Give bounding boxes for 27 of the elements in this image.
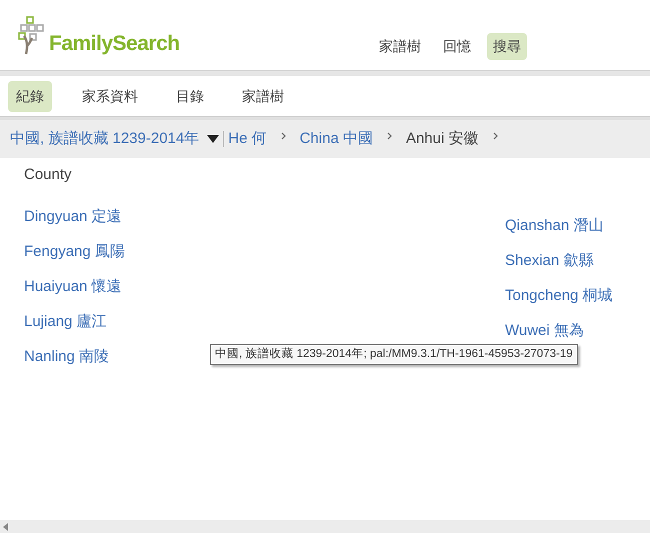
county-link[interactable]: Shexian 歙縣 — [505, 250, 613, 272]
section-tab[interactable]: 家譜樹 — [234, 80, 292, 112]
county-link[interactable]: Lujiang 廬江 — [24, 311, 505, 333]
section-tab[interactable]: 目錄 — [168, 80, 212, 112]
county-link[interactable]: Qianshan 潛山 — [505, 215, 613, 237]
horizontal-scrollbar[interactable] — [0, 520, 650, 533]
breadcrumb-link[interactable]: China 中國 — [300, 128, 373, 150]
section-tab[interactable]: 家系資料 — [74, 80, 146, 112]
chevron-icon — [492, 132, 498, 140]
county-link[interactable]: Fengyang 鳳陽 — [24, 241, 505, 263]
section-tab[interactable]: 紀錄 — [8, 80, 52, 112]
tooltip: 中國, 族譜收藏 1239-2014年; pal:/MM9.3.1/TH-1961-45953-27073-19 — [210, 344, 578, 366]
chevron-icon — [280, 132, 286, 140]
chevron-icon — [386, 132, 392, 140]
nav-tab[interactable]: 搜尋 — [487, 33, 527, 60]
breadcrumb-link[interactable]: He 何 — [228, 128, 267, 150]
section-heading: County — [24, 165, 73, 185]
dropdown-caret-icon[interactable] — [207, 135, 220, 143]
county-link[interactable]: Tongcheng 桐城 — [505, 285, 613, 307]
nav-tab[interactable]: 回憶 — [437, 33, 477, 60]
county-link[interactable]: Dingyuan 定遠 — [24, 206, 505, 228]
county-link[interactable]: Wuwei 無為 — [505, 320, 613, 342]
scroll-left-icon[interactable] — [3, 522, 8, 530]
nav-tab[interactable]: 家譜樹 — [373, 33, 427, 60]
breadcrumb-current: Anhui 安徽 — [406, 128, 478, 149]
county-link[interactable]: Huaiyuan 懷遠 — [24, 276, 505, 298]
collection-link[interactable]: 中國, 族譜收藏 1239-2014年 — [10, 128, 200, 150]
